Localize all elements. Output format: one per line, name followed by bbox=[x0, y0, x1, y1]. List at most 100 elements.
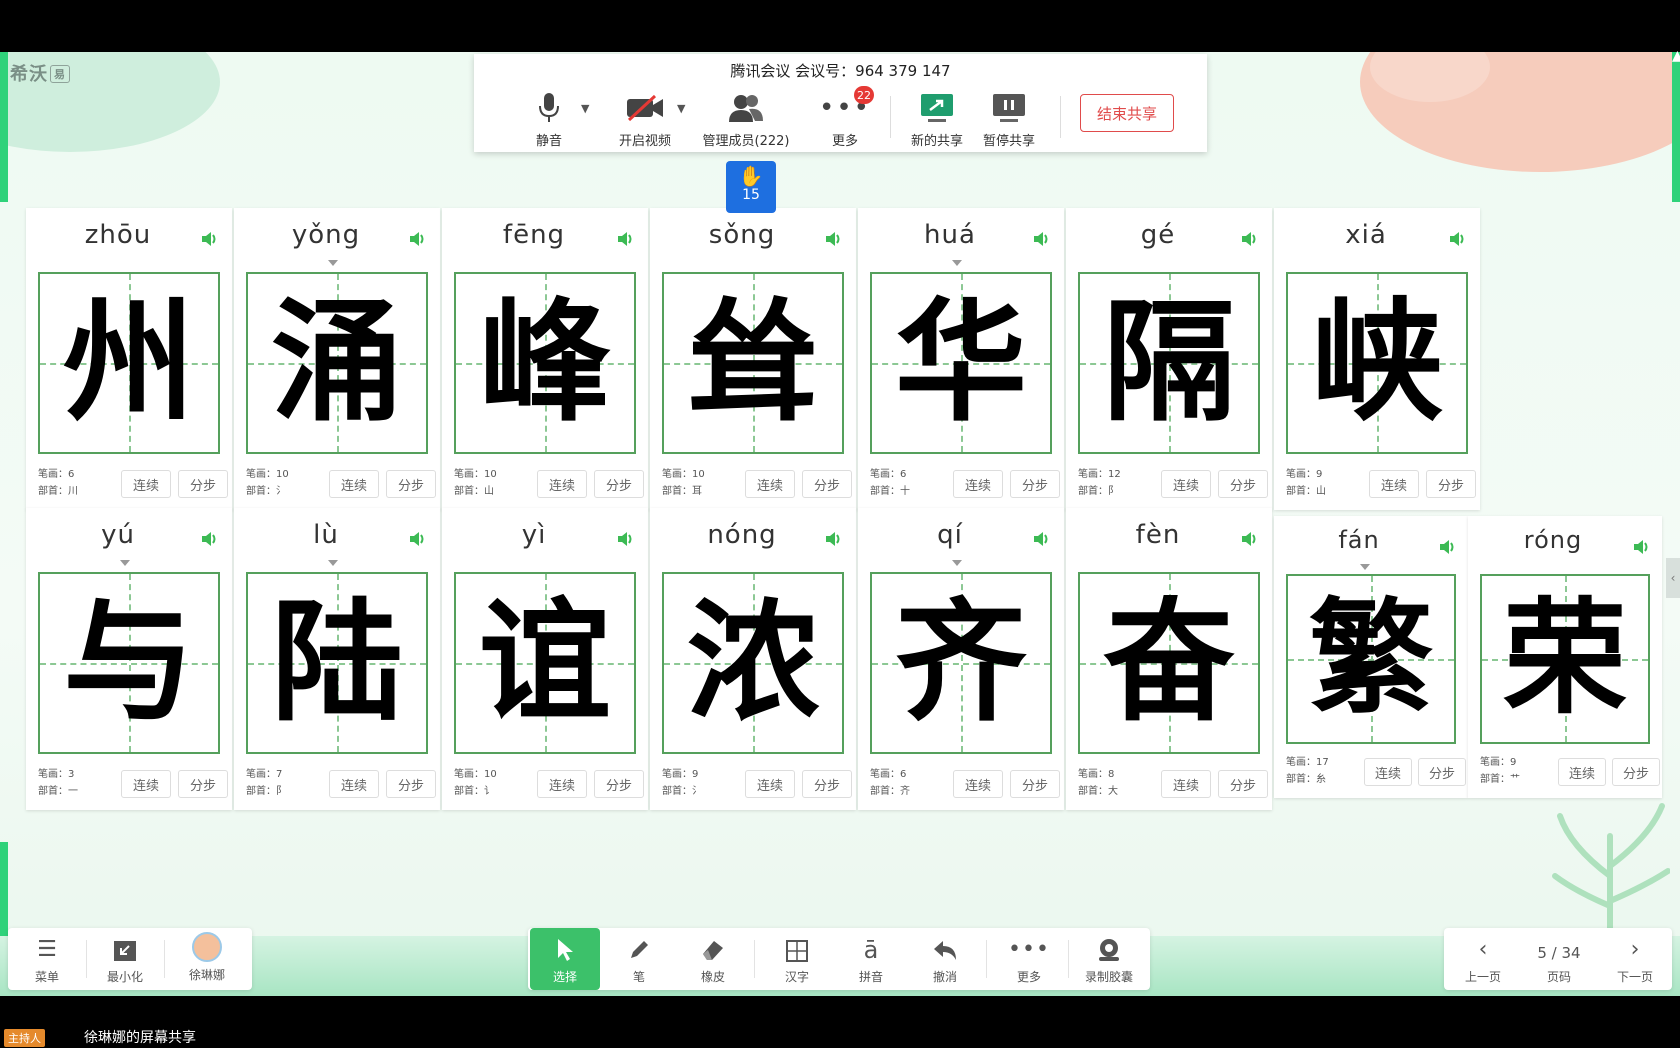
hanzi-card[interactable]: fèn 奋笔画：8 部首：大 连续 分步 bbox=[1066, 508, 1272, 810]
screen-root: 希沃易 ‹ zhōu 州笔画：6 部首：川 连续 分步 yǒng 涌笔画：10 部首：氵 连续分… bbox=[0, 0, 1680, 1048]
step-button[interactable]: 分步 bbox=[386, 770, 436, 798]
minimize-button[interactable]: 最小化 bbox=[90, 928, 160, 990]
continuous-button[interactable]: 连续 bbox=[329, 770, 379, 798]
continuous-button[interactable]: 连续 bbox=[1558, 758, 1606, 786]
step-button[interactable]: 分步 bbox=[1218, 770, 1268, 798]
speaker-icon[interactable] bbox=[408, 230, 428, 248]
continuous-button[interactable]: 连续 bbox=[1364, 758, 1412, 786]
speaker-icon[interactable] bbox=[200, 530, 220, 548]
meeting-control-bar: 腾讯会议 会议号：964 379 147 静音 ▼ 开启视频 ▼ 管理成员(22… bbox=[474, 54, 1207, 152]
continuous-button[interactable]: 连续 bbox=[537, 770, 587, 798]
speaker-icon[interactable] bbox=[1448, 230, 1468, 248]
speaker-icon[interactable] bbox=[1240, 530, 1260, 548]
continuous-button[interactable]: 连续 bbox=[1161, 470, 1211, 498]
hanzi-card[interactable]: zhōu 州笔画：6 部首：川 连续 分步 bbox=[26, 208, 232, 510]
speaker-icon[interactable] bbox=[1632, 538, 1652, 556]
speaker-icon[interactable] bbox=[1032, 230, 1052, 248]
hanzi-card[interactable]: huá 华笔画：6 部首：十 连续 分步 bbox=[858, 208, 1064, 510]
hanzi-card[interactable]: róng 荣笔画：9 部首：艹 连续 分步 bbox=[1468, 516, 1662, 798]
pinyin-label: yì bbox=[521, 520, 547, 550]
menu-button[interactable]: ☰ 菜单 bbox=[12, 928, 82, 990]
manage-members-button[interactable]: 管理成员(222) bbox=[698, 90, 794, 149]
continuous-button[interactable]: 连续 bbox=[745, 470, 795, 498]
speaker-icon[interactable] bbox=[1438, 538, 1458, 556]
mute-button[interactable]: 静音 bbox=[506, 90, 592, 149]
pause-share-button[interactable]: 暂停共享 bbox=[966, 90, 1052, 149]
undo-button[interactable]: 撤消 bbox=[910, 928, 980, 990]
raised-hands-indicator[interactable]: ✋ 15 bbox=[726, 161, 776, 213]
step-button[interactable]: 分步 bbox=[594, 470, 644, 498]
start-video-button[interactable]: 开启视频 bbox=[602, 90, 688, 149]
hanzi-card[interactable]: yì 谊笔画：10 部首：讠 连续 分步 bbox=[442, 508, 648, 810]
chevron-down-icon[interactable]: ▼ bbox=[581, 102, 589, 115]
pinyin-dropdown-icon[interactable] bbox=[952, 560, 962, 566]
more-button[interactable]: ••• 更多 bbox=[994, 928, 1064, 990]
pinyin-dropdown-icon[interactable] bbox=[328, 560, 338, 566]
speaker-icon[interactable] bbox=[824, 530, 844, 548]
stroke-info: 笔画：10 部首：耳 bbox=[662, 466, 705, 500]
step-button[interactable]: 分步 bbox=[178, 470, 228, 498]
more-icon: ••• 22 bbox=[802, 86, 888, 126]
prev-page-button[interactable]: ‹ 上一页 bbox=[1448, 928, 1518, 990]
page-indicator[interactable]: 5 / 34 页码 bbox=[1524, 928, 1594, 990]
end-share-button[interactable]: 结束共享 bbox=[1080, 94, 1174, 132]
continuous-button[interactable]: 连续 bbox=[953, 770, 1003, 798]
step-button[interactable]: 分步 bbox=[386, 470, 436, 498]
chevron-down-icon[interactable]: ▼ bbox=[677, 102, 685, 115]
pinyin-tool-button[interactable]: ā 拼音 bbox=[836, 928, 906, 990]
hanzi-card[interactable]: fēng 峰笔画：10 部首：山 连续 分步 bbox=[442, 208, 648, 510]
continuous-button[interactable]: 连续 bbox=[329, 470, 379, 498]
hanzi-card[interactable]: qí 齐笔画：6 部首：齐 连续 分步 bbox=[858, 508, 1064, 810]
eraser-tool-button[interactable]: 橡皮 bbox=[678, 928, 748, 990]
hanzi-card[interactable]: yǒng 涌笔画：10 部首：氵 连续 分步 bbox=[234, 208, 440, 510]
speaker-icon[interactable] bbox=[616, 530, 636, 548]
select-tool-button[interactable]: 选择 bbox=[530, 928, 600, 990]
pause-share-icon bbox=[966, 90, 1052, 126]
step-button[interactable]: 分步 bbox=[1426, 470, 1476, 498]
step-button[interactable]: 分步 bbox=[1010, 770, 1060, 798]
speaker-icon[interactable] bbox=[1032, 530, 1052, 548]
record-capsule-button[interactable]: 录制胶囊 bbox=[1074, 928, 1144, 990]
continuous-button[interactable]: 连续 bbox=[745, 770, 795, 798]
user-profile-button[interactable]: 徐琳娜 bbox=[172, 928, 242, 990]
hanzi-card[interactable]: yú 与笔画：3 部首：一 连续 分步 bbox=[26, 508, 232, 810]
step-button[interactable]: 分步 bbox=[1612, 758, 1660, 786]
step-button[interactable]: 分步 bbox=[178, 770, 228, 798]
pinyin-dropdown-icon[interactable] bbox=[952, 260, 962, 266]
step-button[interactable]: 分步 bbox=[1010, 470, 1060, 498]
speaker-icon[interactable] bbox=[408, 530, 428, 548]
toolbar-pagination: ‹ 上一页 5 / 34 页码 › 下一页 bbox=[1444, 928, 1672, 990]
side-collapse-handle[interactable]: ‹ bbox=[1666, 558, 1680, 598]
hanzi-character: 奋 bbox=[1103, 585, 1235, 740]
pinyin-dropdown-icon[interactable] bbox=[328, 260, 338, 266]
continuous-button[interactable]: 连续 bbox=[953, 470, 1003, 498]
step-button[interactable]: 分步 bbox=[802, 770, 852, 798]
next-page-button[interactable]: › 下一页 bbox=[1600, 928, 1670, 990]
continuous-button[interactable]: 连续 bbox=[1161, 770, 1211, 798]
hanzi-card[interactable]: nóng 浓笔画：9 部首：氵 连续 分步 bbox=[650, 508, 856, 810]
hanzi-character: 繁 bbox=[1308, 586, 1433, 731]
pinyin-dropdown-icon[interactable] bbox=[120, 560, 130, 566]
speaker-icon[interactable] bbox=[616, 230, 636, 248]
speaker-icon[interactable] bbox=[824, 230, 844, 248]
more-button[interactable]: ••• 22 更多 bbox=[802, 86, 888, 149]
step-button[interactable]: 分步 bbox=[1218, 470, 1268, 498]
continuous-button[interactable]: 连续 bbox=[121, 770, 171, 798]
speaker-icon[interactable] bbox=[1240, 230, 1260, 248]
hanzi-card[interactable]: gé 隔笔画：12 部首：阝 连续 分步 bbox=[1066, 208, 1272, 510]
step-button[interactable]: 分步 bbox=[1418, 758, 1466, 786]
hanzi-card[interactable]: xiá 峡笔画：9 部首：山 连续 分步 bbox=[1274, 208, 1480, 510]
continuous-button[interactable]: 连续 bbox=[537, 470, 587, 498]
pinyin-dropdown-icon[interactable] bbox=[1360, 564, 1370, 570]
step-button[interactable]: 分步 bbox=[802, 470, 852, 498]
hanzi-card[interactable]: sǒng 耸笔画：10 部首：耳 连续 分步 bbox=[650, 208, 856, 510]
meeting-title: 腾讯会议 会议号：964 379 147 bbox=[730, 62, 951, 80]
pen-tool-button[interactable]: 笔 bbox=[604, 928, 674, 990]
hanzi-card[interactable]: lù 陆笔画：7 部首：阝 连续 分步 bbox=[234, 508, 440, 810]
hanzi-card[interactable]: fán 繁笔画：17 部首：糸 连续 分步 bbox=[1274, 516, 1468, 798]
hanzi-tool-button[interactable]: 汉字 bbox=[762, 928, 832, 990]
speaker-icon[interactable] bbox=[200, 230, 220, 248]
step-button[interactable]: 分步 bbox=[594, 770, 644, 798]
continuous-button[interactable]: 连续 bbox=[1369, 470, 1419, 498]
continuous-button[interactable]: 连续 bbox=[121, 470, 171, 498]
